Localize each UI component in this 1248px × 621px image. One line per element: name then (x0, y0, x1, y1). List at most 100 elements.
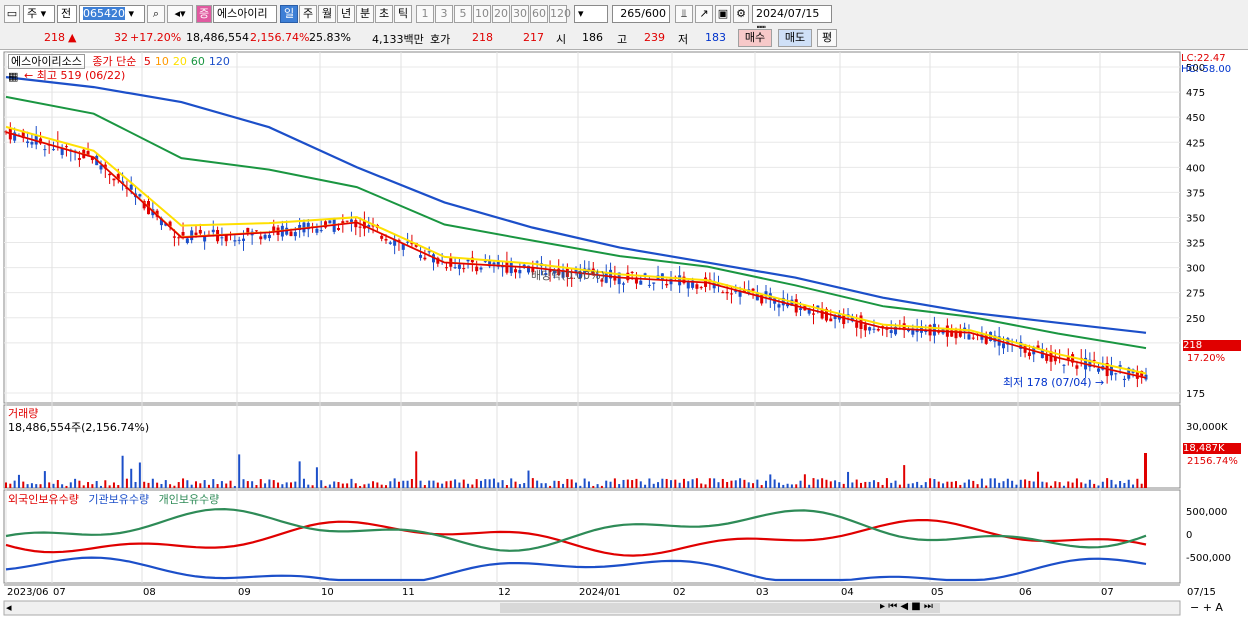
volume-bar (13, 480, 16, 488)
candle-body (630, 271, 634, 273)
stock-chart[interactable]: 500475450425400375350325300275250225175 … (0, 50, 1248, 621)
num-button-3[interactable]: 3 (435, 5, 453, 23)
volume-bar (389, 481, 392, 488)
volume-bar (998, 482, 1001, 488)
volume-bar (30, 483, 33, 488)
volume-bar (885, 478, 888, 488)
tab-3[interactable]: 년 (337, 5, 355, 23)
volume-bar (337, 482, 340, 488)
hold-tick-3: -500,000 (1186, 553, 1231, 564)
stock-name[interactable]: 에스아이리 (213, 5, 277, 23)
volume-bar-last (1144, 453, 1147, 488)
y-tick: 175 (1186, 389, 1205, 400)
candle-icon[interactable]: ⫫ (675, 5, 693, 23)
volume-bar (847, 471, 850, 488)
tab-2[interactable]: 월 (318, 5, 336, 23)
volume-bar (78, 480, 81, 488)
volume-bar (644, 484, 647, 488)
candle-body (194, 232, 198, 236)
volume-bar (91, 484, 94, 488)
candle-body (699, 287, 703, 289)
sell-button[interactable]: 매도 (778, 29, 812, 47)
num-button-30[interactable]: 30 (511, 5, 529, 23)
volume-bar (281, 484, 284, 488)
volume-bar (609, 481, 612, 488)
ma-legend-periods: 5 10 20 60 120 (144, 55, 234, 68)
volume-bar (518, 484, 521, 488)
candle-body (242, 238, 245, 241)
price-pct-tag: 17.20% (1187, 353, 1226, 364)
turnover-pct: 25.83% (309, 31, 351, 44)
volume-bar (510, 478, 513, 488)
speaker-icon[interactable]: ◂▾ (167, 5, 193, 23)
volume-bar (695, 478, 698, 488)
tab-0[interactable]: 일 (280, 5, 298, 23)
scroll-left-icon[interactable]: ◂ (6, 601, 12, 614)
tab-1[interactable]: 주 (299, 5, 317, 23)
num-button-5[interactable]: 5 (454, 5, 472, 23)
candle-body (52, 149, 55, 151)
num-button-10[interactable]: 10 (473, 5, 491, 23)
num-button-20[interactable]: 20 (492, 5, 510, 23)
date-input[interactable]: 2024/07/15 ▦ (752, 5, 832, 36)
candle-body (30, 142, 34, 145)
save-icon[interactable]: ▣ (715, 5, 731, 23)
volume-bar (726, 482, 729, 488)
volume-bar (406, 480, 409, 488)
buy-button[interactable]: 매수 (738, 29, 772, 47)
institution-holding-label: 기관보유수량 (88, 493, 150, 506)
zoom-controls[interactable]: − + A (1190, 601, 1223, 614)
tab-6[interactable]: 틱 (394, 5, 412, 23)
y-tick: 450 (1186, 113, 1205, 124)
tab-5[interactable]: 초 (375, 5, 393, 23)
volume-bar (985, 485, 988, 488)
volume-bar (950, 481, 953, 488)
price: 218 (44, 31, 65, 44)
volume-bar (674, 479, 677, 488)
x-tick: 07/15 (1187, 587, 1216, 598)
volume-pct-tag: 2156.74% (1187, 456, 1238, 467)
chart-type-icon[interactable]: ↗ (695, 5, 713, 23)
volume-bar (514, 481, 517, 488)
stock-code-input[interactable]: 065420 ▾ (79, 5, 145, 23)
candle-body (829, 318, 833, 322)
volume-bar (544, 483, 547, 488)
range-select[interactable]: ▾ (574, 5, 608, 23)
num-button-1[interactable]: 1 (416, 5, 434, 23)
period-label: 주 (27, 7, 38, 20)
scroll-thumb[interactable] (500, 603, 940, 613)
tab-4[interactable]: 분 (356, 5, 374, 23)
window-icon[interactable]: ▭ (4, 5, 20, 23)
volume-bar (911, 483, 914, 488)
volume-bar (1114, 484, 1117, 488)
candle-body (1092, 359, 1096, 361)
count-input[interactable]: 265/600 (612, 5, 670, 23)
gear-icon[interactable]: ⚙ (733, 5, 749, 23)
volume-bar (1110, 479, 1113, 488)
volume-bar (842, 483, 845, 488)
candle-body (647, 284, 651, 286)
period-select[interactable]: 주 ▾ (23, 5, 55, 23)
y-tick: 300 (1186, 264, 1205, 275)
volume-bar (277, 482, 280, 488)
num-button-60[interactable]: 60 (530, 5, 548, 23)
candle-body (475, 266, 479, 272)
volume-bar (531, 478, 534, 488)
eval-button[interactable]: 평 (817, 29, 837, 47)
candle-body (462, 268, 466, 270)
volume-bar (942, 483, 945, 488)
candle-body (237, 239, 241, 241)
search-icon[interactable]: ⌕ (147, 5, 165, 23)
volume-bar (851, 482, 854, 488)
volume-bar (497, 482, 500, 488)
volume-bar (298, 461, 301, 488)
playback-controls[interactable]: ▸ ⏮ ◀ ■ ⏭ (880, 601, 933, 612)
volume-bar (622, 479, 625, 488)
prev-select[interactable]: 전 (57, 5, 77, 23)
num-button-120[interactable]: 120 (549, 5, 571, 23)
calendar-icon[interactable]: ▦ (8, 70, 18, 83)
volume-bar (894, 480, 897, 488)
candle-body (725, 291, 729, 294)
volume-bar (937, 481, 940, 488)
volume-bar (410, 479, 413, 488)
